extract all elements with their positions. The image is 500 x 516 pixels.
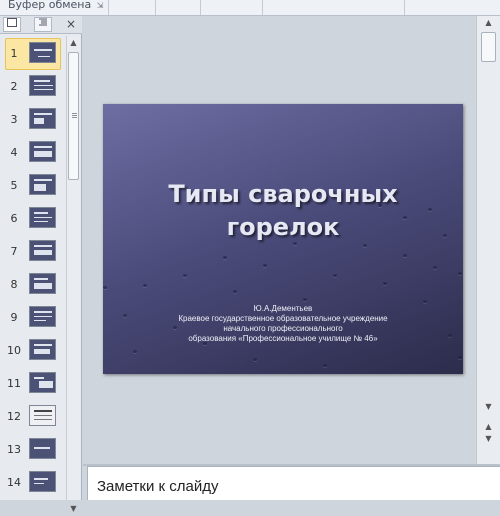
- tab-outline[interactable]: [34, 17, 52, 32]
- slide-preview: [29, 141, 56, 162]
- slide-preview: [29, 42, 56, 63]
- slide-number: 4: [10, 146, 18, 159]
- ribbon-divider: [404, 0, 405, 15]
- slide-title[interactable]: Типы сварочных горелок: [123, 178, 443, 244]
- outline-icon: [39, 18, 47, 26]
- organization-line: образования «Профессиональное училище № …: [188, 334, 378, 343]
- slide-thumbnail[interactable]: 6: [0, 205, 66, 238]
- slides-pane: × 1 2 3 4 5 6 7 8 9 10 11 12 13 14 ▲ ▼: [0, 16, 82, 513]
- scrollbar-thumb[interactable]: [68, 52, 79, 180]
- notes-pane[interactable]: Заметки к слайду: [87, 466, 500, 500]
- organization-line: Краевое государственное образовательное …: [178, 314, 388, 323]
- ribbon-divider: [262, 0, 263, 15]
- slide-preview: [29, 75, 56, 96]
- slide-preview: [29, 372, 56, 393]
- slide-thumbnail[interactable]: 9: [0, 304, 66, 337]
- pane-tabs: ×: [0, 16, 82, 34]
- slide-preview: [29, 174, 56, 195]
- slide-thumbnail[interactable]: 10: [0, 337, 66, 370]
- slide-preview: [29, 438, 56, 459]
- slide-subtitle[interactable]: Ю.А.Дементьев Краевое государственное об…: [143, 304, 423, 344]
- slide-preview: [29, 471, 56, 492]
- slide-preview: [29, 339, 56, 360]
- author-name: Ю.А.Дементьев: [253, 304, 313, 313]
- slide-number: 2: [10, 80, 18, 93]
- scroll-down-icon[interactable]: ▼: [67, 502, 80, 516]
- current-slide[interactable]: Типы сварочных горелок Ю.А.Дементьев Кра…: [103, 104, 463, 374]
- slide-thumbnail[interactable]: 7: [0, 238, 66, 271]
- scroll-down-icon[interactable]: ▼: [481, 400, 496, 414]
- slide-thumbnail[interactable]: 14: [0, 469, 66, 502]
- slide-preview: [29, 405, 56, 426]
- ribbon-divider: [155, 0, 156, 15]
- slide-number: 12: [7, 410, 21, 423]
- slide-number: 5: [10, 179, 18, 192]
- slide-preview: [29, 306, 56, 327]
- slide-number: 9: [10, 311, 18, 324]
- ribbon-divider: [200, 0, 201, 15]
- slide-thumbnail[interactable]: 1: [0, 38, 66, 73]
- slide-preview: [29, 273, 56, 294]
- slide-preview: [29, 108, 56, 129]
- slide-preview: [29, 240, 56, 261]
- slide-preview: [29, 207, 56, 228]
- slide-thumbnail[interactable]: 3: [0, 106, 66, 139]
- slide-icon: [7, 18, 17, 27]
- title-line: горелок: [226, 213, 340, 241]
- slide-number: 1: [10, 47, 18, 60]
- slide-thumbnail[interactable]: 5: [0, 172, 66, 205]
- slide-thumbnail[interactable]: 13: [0, 436, 66, 469]
- slide-number: 8: [10, 278, 18, 291]
- tab-slides[interactable]: [3, 17, 21, 32]
- ribbon-divider: [108, 0, 109, 15]
- slide-thumbnail[interactable]: 2: [0, 73, 66, 106]
- slide-number: 11: [7, 377, 21, 390]
- slide-thumbnail[interactable]: 11: [0, 370, 66, 403]
- next-slide-icon[interactable]: ▼: [481, 432, 496, 446]
- clipboard-group-label: Буфер обмена: [8, 0, 92, 11]
- slide-number: 6: [10, 212, 18, 225]
- slide-number: 10: [7, 344, 21, 357]
- slide-thumbnail[interactable]: 4: [0, 139, 66, 172]
- dialog-launcher-icon[interactable]: ⇲: [95, 1, 105, 11]
- editor-scrollbar[interactable]: ▲ ▼ ▲ ▼: [476, 16, 500, 464]
- close-icon[interactable]: ×: [64, 17, 78, 32]
- slide-number: 3: [10, 113, 18, 126]
- title-line: Типы сварочных: [168, 180, 398, 208]
- slide-thumbnail[interactable]: 12: [0, 403, 66, 436]
- slide-number: 7: [10, 245, 18, 258]
- notes-placeholder[interactable]: Заметки к слайду: [97, 478, 219, 495]
- ribbon-bar: Буфер обмена ⇲: [0, 0, 500, 16]
- slide-number: 14: [7, 476, 21, 489]
- scroll-up-icon[interactable]: ▲: [481, 16, 496, 30]
- slide-number: 13: [7, 443, 21, 456]
- scroll-up-icon[interactable]: ▲: [67, 36, 80, 50]
- organization-line: начального профессионального: [223, 324, 343, 333]
- scrollbar-thumb[interactable]: [481, 32, 496, 62]
- thumbnail-scrollbar[interactable]: ▲ ▼: [66, 36, 80, 513]
- slide-thumbnail[interactable]: 8: [0, 271, 66, 304]
- slide-thumbnail-list: 1 2 3 4 5 6 7 8 9 10 11 12 13 14: [0, 36, 66, 500]
